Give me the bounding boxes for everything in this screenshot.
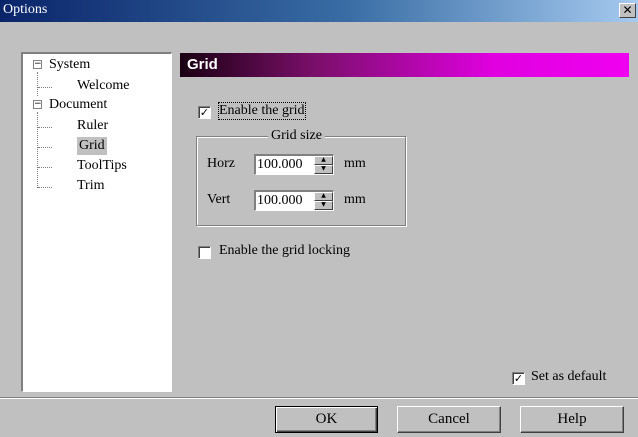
vert-input[interactable] <box>256 192 314 210</box>
grid-locking-checkbox[interactable] <box>198 246 211 259</box>
panel-title: Grid <box>187 56 218 73</box>
options-dialog: Options ✕ − System Welcome − Document Ru… <box>0 0 638 437</box>
vert-unit: mm <box>344 192 366 207</box>
horz-spin-down-button[interactable]: ▼ <box>314 165 333 174</box>
minus-box-icon[interactable]: − <box>33 60 42 69</box>
close-button[interactable]: ✕ <box>619 3 636 18</box>
options-tree[interactable]: − System Welcome − Document Ruler Grid T… <box>21 52 172 392</box>
set-default-checkbox[interactable]: ✓ <box>512 372 525 385</box>
tree-item-label: Ruler <box>77 118 109 133</box>
minus-box-icon[interactable]: − <box>33 100 42 109</box>
window-title: Options <box>3 2 48 17</box>
vert-label: Vert <box>207 192 231 207</box>
vert-spin-buttons: ▲ ▼ <box>314 192 333 210</box>
ok-button[interactable]: OK <box>275 406 378 433</box>
tree-item-label: Grid <box>77 137 107 155</box>
tree-item-label: System <box>49 57 91 72</box>
tree-connector <box>38 187 52 188</box>
tree-connector <box>38 147 52 148</box>
up-arrow-icon: ▲ <box>321 156 326 163</box>
horz-input[interactable] <box>256 156 314 174</box>
tree-item-label: Trim <box>77 178 105 193</box>
horz-spin-buttons: ▲ ▼ <box>314 156 333 174</box>
horz-unit: mm <box>344 156 366 171</box>
grid-locking-label[interactable]: Enable the grid locking <box>219 243 350 259</box>
grid-size-group <box>196 136 406 226</box>
tree-connector <box>38 167 52 168</box>
enable-grid-label[interactable]: Enable the grid <box>218 102 306 120</box>
cancel-button[interactable]: Cancel <box>397 406 501 433</box>
up-arrow-icon: ▲ <box>321 192 326 199</box>
button-bar-divider <box>0 397 638 399</box>
enable-grid-checkbox[interactable]: ✓ <box>198 106 211 119</box>
tree-connector <box>37 72 38 96</box>
tree-connector <box>37 112 38 188</box>
help-button[interactable]: Help <box>520 406 624 433</box>
grid-size-group-title: Grid size <box>268 128 325 144</box>
horz-spin-up-button[interactable]: ▲ <box>314 156 333 165</box>
vert-spin-up-button[interactable]: ▲ <box>314 192 333 201</box>
tree-item-label: ToolTips <box>77 158 127 173</box>
down-arrow-icon: ▼ <box>321 165 326 172</box>
vert-spinbox[interactable]: ▲ ▼ <box>254 190 334 211</box>
tree-item-label: Document <box>49 97 108 112</box>
close-icon: ✕ <box>622 3 633 17</box>
tree-item-label: Welcome <box>77 78 130 93</box>
set-default-label[interactable]: Set as default <box>531 369 606 385</box>
down-arrow-icon: ▼ <box>321 201 326 208</box>
title-bar[interactable]: Options ✕ <box>0 0 638 22</box>
horz-label: Horz <box>207 156 235 171</box>
panel-header: Grid <box>180 53 629 77</box>
tree-connector <box>38 87 52 88</box>
checkmark-icon: ✓ <box>513 372 524 385</box>
tree-connector <box>38 127 52 128</box>
horz-spinbox[interactable]: ▲ ▼ <box>254 154 334 175</box>
checkmark-icon: ✓ <box>199 106 210 119</box>
vert-spin-down-button[interactable]: ▼ <box>314 201 333 210</box>
